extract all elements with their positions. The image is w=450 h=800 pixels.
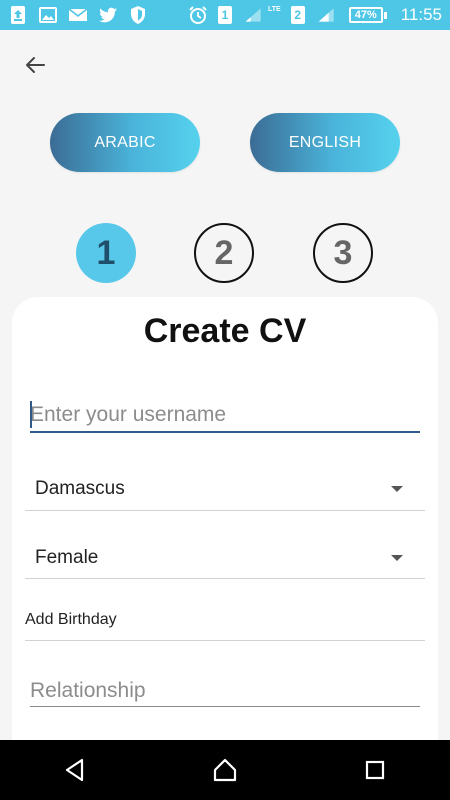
signal-sim2-icon (315, 5, 339, 25)
mail-icon (68, 5, 88, 25)
shield-icon (128, 5, 148, 25)
network-type-label: LTE (268, 5, 281, 13)
gender-selected-value: Female (35, 547, 99, 568)
city-divider (25, 510, 425, 511)
city-selected-value: Damascus (35, 478, 125, 499)
back-button[interactable] (20, 50, 50, 80)
status-bar-notifications (8, 0, 148, 30)
alarm-icon (188, 5, 208, 25)
nav-back-button[interactable] (45, 740, 105, 800)
username-input[interactable] (30, 398, 420, 432)
username-underline (30, 431, 420, 433)
status-bar: 1 LTE 2 47% 11:55 (0, 0, 450, 30)
upload-notification-icon (8, 5, 28, 25)
step-1-indicator[interactable]: 1 (76, 223, 136, 283)
status-time: 11:55 (400, 5, 442, 24)
twitter-icon (98, 5, 118, 25)
gender-divider (25, 578, 425, 579)
step-3-indicator[interactable]: 3 (313, 223, 373, 283)
step-2-indicator[interactable]: 2 (194, 223, 254, 283)
city-dropdown[interactable]: Damascus (25, 467, 425, 511)
nav-home-button[interactable] (195, 740, 255, 800)
chevron-down-icon (391, 486, 403, 492)
system-nav-bar (0, 740, 450, 800)
birthday-divider (25, 640, 425, 641)
triangle-back-icon (65, 758, 84, 782)
page-title: Create CV (143, 312, 307, 350)
nav-recents-button[interactable] (345, 740, 405, 800)
sim2-badge: 2 (290, 6, 305, 24)
sim1-badge: 1 (218, 6, 233, 24)
arabic-language-button[interactable]: ARABIC (50, 113, 200, 172)
relationship-underline (30, 706, 420, 707)
battery-icon: 47% (348, 7, 387, 23)
home-icon (213, 758, 237, 782)
relationship-input[interactable] (30, 674, 420, 708)
battery-level: 47% (354, 9, 377, 21)
signal-sim1-icon (242, 5, 266, 25)
screen: 1 LTE 2 47% 11:55 ARABIC ENGLISH 1 2 3 C… (0, 0, 450, 800)
arrow-left-icon (26, 57, 45, 73)
add-birthday-field[interactable]: Add Birthday (25, 611, 117, 629)
text-cursor (30, 401, 32, 428)
chevron-down-icon (391, 555, 403, 561)
status-bar-system: 1 LTE 2 47% 11:55 (188, 0, 442, 30)
square-recents-icon (365, 760, 385, 780)
image-notification-icon (38, 5, 58, 25)
gender-dropdown[interactable]: Female (25, 536, 425, 580)
english-language-button[interactable]: ENGLISH (250, 113, 400, 172)
